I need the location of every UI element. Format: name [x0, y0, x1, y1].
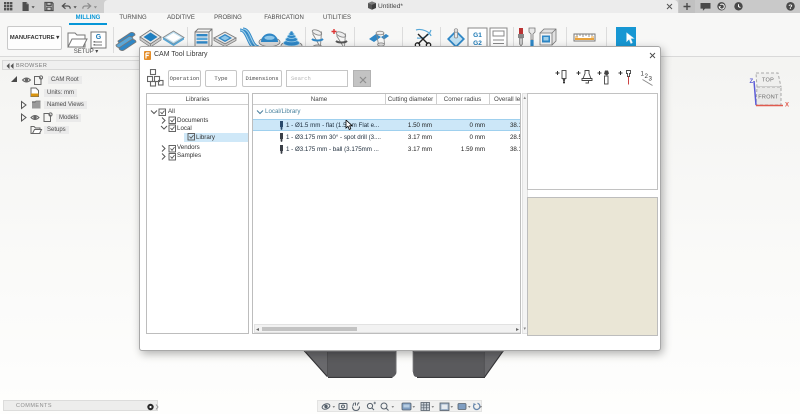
svg-text:X: X	[785, 103, 789, 109]
svg-text:Z: Z	[750, 79, 754, 85]
svg-text:G1: G1	[473, 32, 482, 39]
svg-text:FRONT: FRONT	[758, 95, 779, 101]
svg-text:3: 3	[649, 76, 653, 83]
svg-text:?: ?	[788, 4, 792, 11]
svg-text:TOP: TOP	[762, 78, 774, 84]
svg-text:G: G	[96, 34, 102, 41]
